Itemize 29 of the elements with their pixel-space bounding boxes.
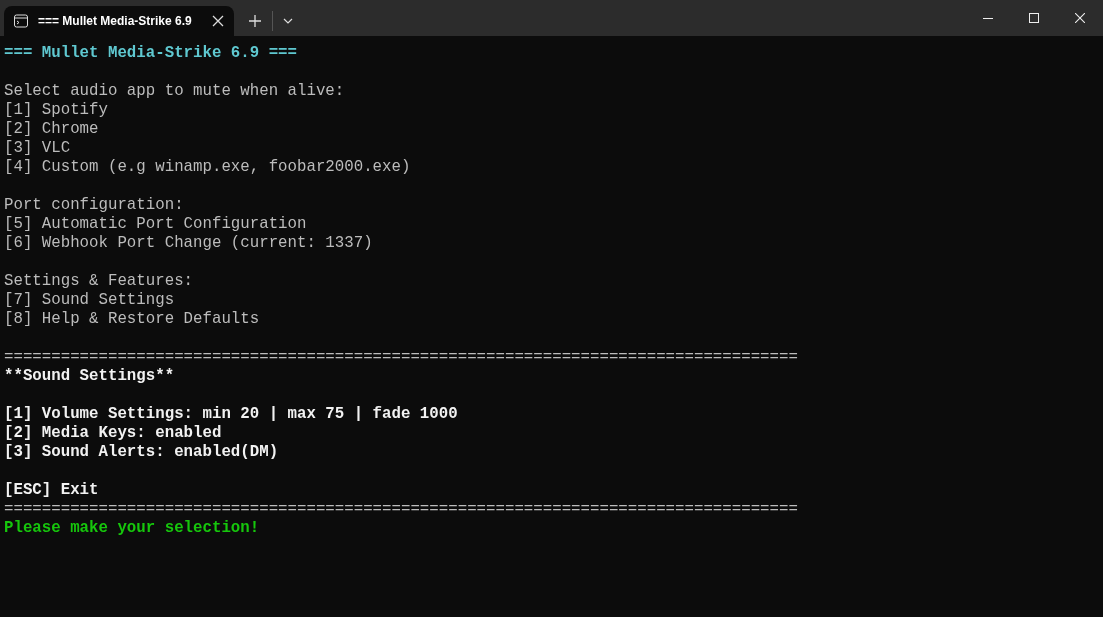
chevron-down-icon — [283, 18, 293, 24]
terminal-icon — [14, 14, 28, 28]
terminal-heading: === Mullet Media-Strike 6.9 === — [4, 44, 297, 62]
terminal-line: [ESC] Exit — [4, 481, 99, 499]
terminal-line: [3] Sound Alerts: enabled(DM) — [4, 443, 279, 461]
terminal-line: [7] Sound Settings — [4, 291, 175, 309]
plus-icon — [249, 15, 261, 27]
separator-line: ==================================================================================== — [4, 348, 798, 366]
tab-title: === Mullet Media-Strike 6.9 — [38, 14, 193, 28]
terminal-line: [2] Chrome — [4, 120, 99, 138]
terminal-line: [5] Automatic Port Configuration — [4, 215, 307, 233]
terminal-line: [6] Webhook Port Change (current: 1337) — [4, 234, 373, 252]
terminal-line: [3] VLC — [4, 139, 71, 157]
terminal-line: **Sound Settings** — [4, 367, 175, 385]
terminal-line: [4] Custom (e.g winamp.exe, foobar2000.exe) — [4, 158, 411, 176]
separator-line: ==================================================================================== — [4, 500, 798, 518]
terminal-line: [1] Spotify — [4, 101, 108, 119]
terminal-line: Select audio app to mute when alive: — [4, 82, 345, 100]
close-icon[interactable] — [212, 15, 224, 27]
terminal-line: Settings & Features: — [4, 272, 194, 290]
terminal-line: [8] Help & Restore Defaults — [4, 310, 260, 328]
close-icon — [1075, 13, 1085, 23]
maximize-icon — [1029, 13, 1039, 23]
terminal-tab[interactable]: === Mullet Media-Strike 6.9 — [4, 6, 234, 36]
terminal-line: Port configuration: — [4, 196, 184, 214]
terminal-line: [1] Volume Settings: min 20 | max 75 | fade 1000 — [4, 405, 458, 423]
terminal-line: [2] Media Keys: enabled — [4, 424, 222, 442]
prompt-text: Please make your selection! — [4, 519, 260, 537]
minimize-icon — [983, 17, 993, 19]
